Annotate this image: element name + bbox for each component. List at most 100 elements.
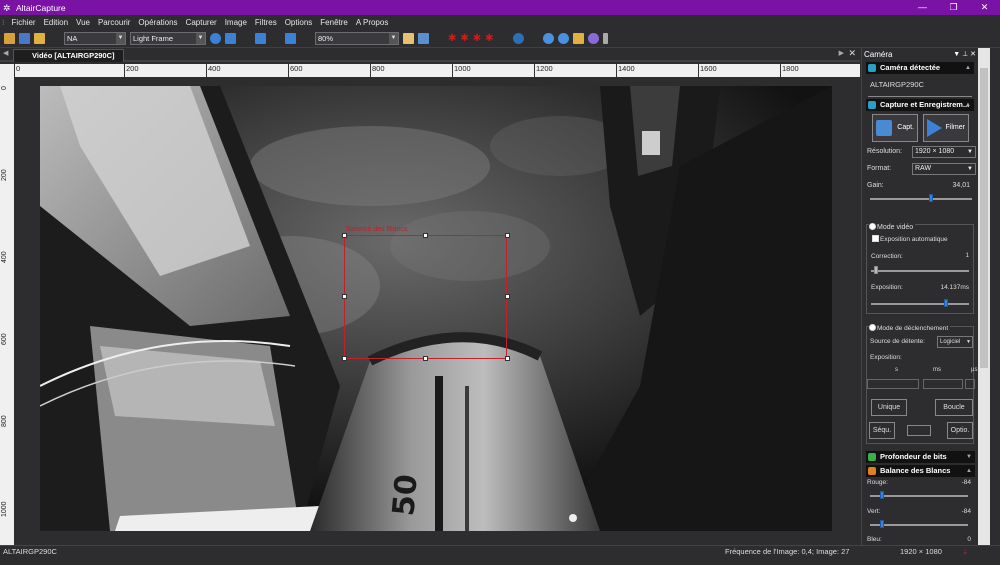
red-slider-track[interactable]: [870, 495, 968, 497]
panel-pin-close-icon[interactable]: ▼ ⊥ ✕: [953, 48, 976, 61]
resize-handle[interactable]: [423, 233, 428, 238]
loop-button[interactable]: Boucle: [935, 399, 973, 416]
red-slider-thumb[interactable]: [879, 491, 884, 499]
correction-slider-thumb[interactable]: [873, 266, 878, 274]
zoom-select[interactable]: 80% ▼: [315, 32, 399, 45]
auto-exposure-checkbox[interactable]: Exposition automatique: [872, 235, 948, 243]
menu-operations[interactable]: Opérations: [134, 18, 181, 27]
ruler-label: 200: [126, 64, 139, 73]
maximize-button[interactable]: ❐: [938, 0, 969, 15]
resize-handle[interactable]: [342, 356, 347, 361]
gain-slider-track[interactable]: [870, 198, 972, 200]
fit-window-icon[interactable]: [418, 33, 429, 44]
green-slider-thumb[interactable]: [879, 520, 884, 528]
correction-slider-track[interactable]: [871, 270, 969, 272]
chevron-down-icon: ▼: [116, 33, 125, 44]
video-mode-radio[interactable]: Mode vidéo: [869, 223, 916, 231]
na-select[interactable]: NA ▼: [64, 32, 126, 45]
format-select[interactable]: RAW ▼: [912, 163, 976, 175]
panel-scrollbar[interactable]: [978, 48, 990, 545]
rotate-left-icon[interactable]: [542, 33, 554, 44]
white-balance-region[interactable]: [344, 235, 507, 359]
camera-name: ALTAIRGP290C: [870, 80, 924, 89]
folder-icon[interactable]: [34, 33, 45, 44]
divider: [868, 96, 972, 97]
menu-vue[interactable]: Vue: [72, 18, 94, 27]
section-camera-detected[interactable]: Caméra détectée ▲: [866, 62, 974, 74]
minimize-button[interactable]: —: [907, 0, 938, 15]
resize-handle[interactable]: [505, 294, 510, 299]
capture-button[interactable]: Capt.: [872, 114, 918, 142]
white-balance-icon: [868, 467, 876, 475]
sequence-count-spinner[interactable]: [907, 425, 931, 436]
hand-pan-icon[interactable]: [403, 33, 414, 44]
trigger-mode-radio[interactable]: Mode de déclenchement: [869, 324, 951, 332]
gear-icon[interactable]: [587, 33, 599, 44]
resize-handle[interactable]: [423, 356, 428, 361]
film-button[interactable]: Filmer: [923, 114, 969, 142]
resize-handle[interactable]: [505, 356, 510, 361]
menu-options[interactable]: Options: [281, 18, 317, 27]
menu-parcourir[interactable]: Parcourir: [94, 18, 134, 27]
status-camera: ALTAIRGP290C: [3, 547, 57, 556]
scroll-left-icon[interactable]: ◀: [3, 49, 8, 57]
exposure-slider-thumb[interactable]: [944, 299, 949, 307]
section-white-balance[interactable]: Balance des Blancs ▲: [866, 465, 975, 477]
tab-video[interactable]: Vidéo [ALTAIRGP290C]: [13, 49, 124, 62]
chevron-down-icon: ▼: [389, 33, 398, 44]
crosshair-icon[interactable]: [512, 33, 524, 44]
resize-handle[interactable]: [505, 233, 510, 238]
green-label: Vert:: [867, 508, 881, 515]
gain-slider-thumb[interactable]: [929, 194, 934, 202]
checkbox-icon[interactable]: [872, 235, 879, 242]
menu-image[interactable]: Image: [221, 18, 251, 27]
status-indicator-icon: ⇣: [962, 547, 969, 556]
exposure-slider-track[interactable]: [871, 303, 969, 305]
blue-label: Bleu:: [867, 536, 882, 543]
scrollbar-thumb[interactable]: [980, 68, 988, 368]
exposure-seconds-spinner[interactable]: [867, 379, 919, 389]
frame-type-select[interactable]: Light Frame ▼: [130, 32, 206, 45]
menu-fichier[interactable]: Fichier: [8, 18, 40, 27]
trigger-mode-label: Mode de déclenchement: [877, 325, 949, 332]
resolution-select[interactable]: 1920 × 1080 ▼: [912, 146, 976, 158]
trigger-source-value: Logiciel: [940, 339, 961, 345]
play-circle-icon[interactable]: [210, 33, 221, 44]
step-icon[interactable]: [225, 33, 236, 44]
resize-handle[interactable]: [342, 294, 347, 299]
open-folder-icon[interactable]: [4, 33, 15, 44]
unit-microseconds: µs: [971, 367, 978, 373]
resize-handle[interactable]: [342, 233, 347, 238]
close-button[interactable]: ✕: [969, 0, 1000, 15]
options-button[interactable]: Optio.: [947, 422, 973, 439]
menu-edition[interactable]: Edition: [40, 18, 72, 27]
video-mode-radio-icon[interactable]: [869, 223, 876, 230]
exposure-ms-spinner[interactable]: [923, 379, 963, 389]
trigger-mode-group: Mode de déclenchement Source de détente:…: [866, 324, 978, 444]
tab-list-icon[interactable]: ▶: [839, 49, 844, 57]
toolbar-overflow-icon[interactable]: [602, 33, 608, 44]
star-icon[interactable]: ✱: [473, 33, 481, 44]
separator-icon: [300, 33, 311, 44]
trigger-source-select[interactable]: Logiciel ▼: [937, 336, 973, 348]
save-icon[interactable]: [19, 33, 30, 44]
star-icon[interactable]: ✱: [448, 33, 456, 44]
green-slider-track[interactable]: [870, 524, 968, 526]
single-button[interactable]: Unique: [871, 399, 907, 416]
sequence-button[interactable]: Séqu.: [869, 422, 895, 439]
exposure-us-spinner[interactable]: [965, 379, 975, 389]
settings-folder-icon[interactable]: [572, 33, 584, 44]
section-capture[interactable]: Capture et Enregistrem... ▲: [866, 99, 974, 111]
record-icon[interactable]: [285, 33, 296, 44]
menu-fenetre[interactable]: Fenêtre: [316, 18, 352, 27]
rotate-right-icon[interactable]: [557, 33, 569, 44]
menu-filtres[interactable]: Filtres: [251, 18, 281, 27]
star-icon[interactable]: ✱: [460, 33, 468, 44]
pause-icon[interactable]: [255, 33, 266, 44]
trigger-mode-radio-icon[interactable]: [869, 324, 876, 331]
menu-a-propos[interactable]: A Propos: [352, 18, 392, 27]
section-bit-depth[interactable]: Profondeur de bits ▼: [866, 451, 975, 463]
close-tab-icon[interactable]: ✕: [848, 48, 856, 59]
menu-capturer[interactable]: Capturer: [182, 18, 221, 27]
star-icon[interactable]: ✱: [485, 33, 493, 44]
